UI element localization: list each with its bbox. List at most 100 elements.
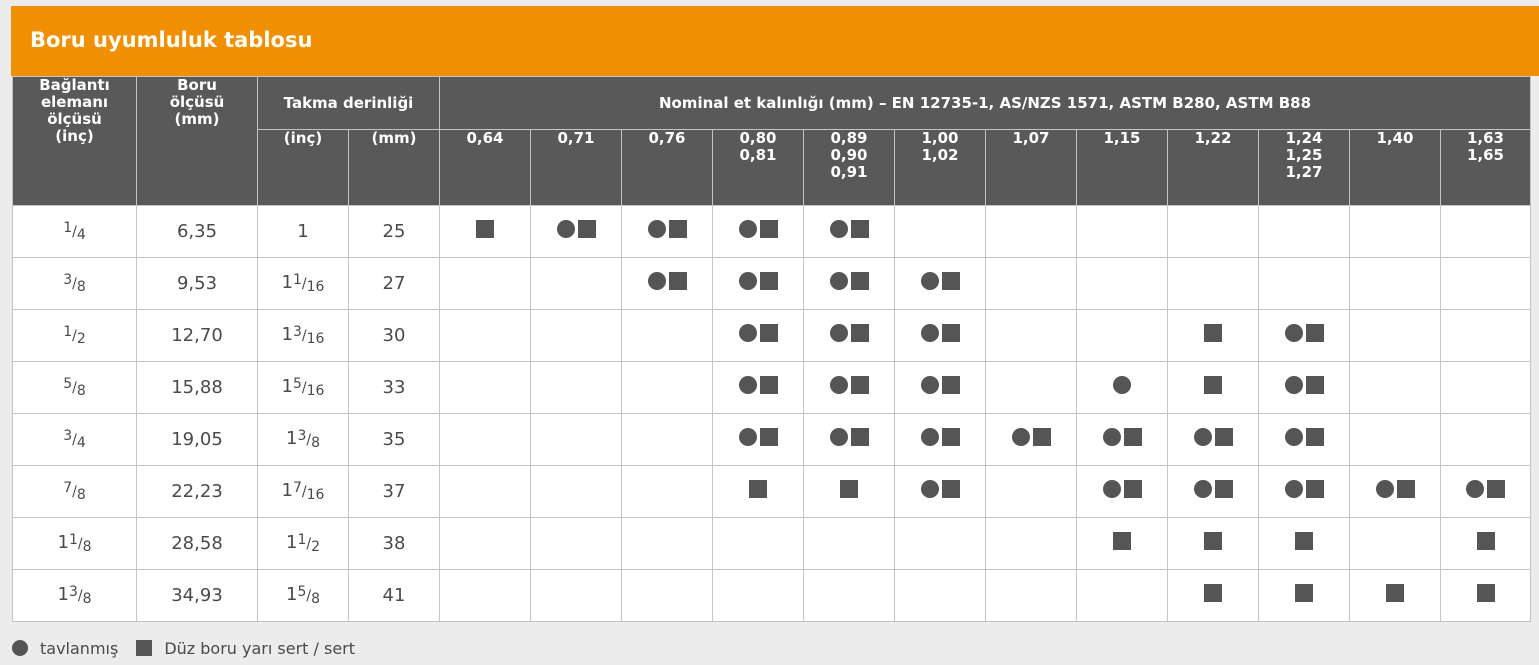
depth-mm-cell: 38 xyxy=(348,517,440,570)
compatibility-cell xyxy=(985,205,1077,258)
filled-square-icon xyxy=(1214,428,1233,446)
compatibility-cell xyxy=(712,361,804,414)
pipe-size-cell: 22,23 xyxy=(136,465,258,518)
filled-square-icon xyxy=(1386,584,1404,602)
connector-size-cell: 7/8 xyxy=(12,465,137,518)
pipe-size-cell: 9,53 xyxy=(136,257,258,310)
compatibility-cell xyxy=(985,257,1077,310)
compatibility-cell xyxy=(530,257,622,310)
filled-circle-icon xyxy=(1284,480,1303,498)
filled-circle-icon xyxy=(738,428,757,446)
filled-circle-icon xyxy=(829,428,848,446)
filled-square-icon xyxy=(1204,584,1222,602)
filled-square-icon xyxy=(1204,376,1222,394)
filled-square-icon xyxy=(850,428,869,446)
compatibility-cell xyxy=(1167,413,1259,466)
compatibility-cell xyxy=(530,205,622,258)
compatibility-cell xyxy=(439,465,531,518)
filled-square-icon xyxy=(759,272,778,290)
legend: tavlanmış Düz boru yarı sert / sert xyxy=(12,637,373,659)
header-thickness: 1,63 1,65 xyxy=(1440,129,1531,206)
filled-circle-icon xyxy=(829,220,848,238)
table-row: 7/8 22,23 17/16 37 xyxy=(12,465,1531,518)
compatibility-cell xyxy=(1167,465,1259,518)
pipe-size-cell: 15,88 xyxy=(136,361,258,414)
filled-square-icon xyxy=(941,428,960,446)
compatibility-cell xyxy=(530,465,622,518)
filled-circle-icon xyxy=(1193,428,1212,446)
compatibility-cell xyxy=(894,465,986,518)
filled-square-icon xyxy=(1295,584,1313,602)
compatibility-cell xyxy=(985,361,1077,414)
pipe-size-cell: 28,58 xyxy=(136,517,258,570)
connector-size-cell: 13/8 xyxy=(12,569,137,622)
filled-square-icon xyxy=(476,220,494,238)
compatibility-cell xyxy=(803,205,895,258)
compatibility-cell xyxy=(894,413,986,466)
compatibility-cell xyxy=(985,569,1077,622)
filled-square-icon xyxy=(1113,532,1131,550)
depth-inch-cell: 17/16 xyxy=(257,465,349,518)
pipe-size-cell: 12,70 xyxy=(136,309,258,362)
compatibility-cell xyxy=(894,361,986,414)
filled-circle-icon xyxy=(1284,324,1303,342)
filled-square-icon xyxy=(1476,532,1495,550)
filled-square-icon xyxy=(668,272,687,290)
filled-square-icon xyxy=(1214,480,1233,498)
filled-square-icon xyxy=(668,220,687,238)
header-thickness: 1,15 xyxy=(1076,129,1168,206)
compatibility-cell xyxy=(985,413,1077,466)
filled-circle-icon xyxy=(738,376,757,394)
depth-inch-cell: 15/16 xyxy=(257,361,349,414)
filled-square-icon xyxy=(1487,480,1505,498)
compatibility-cell xyxy=(1258,569,1350,622)
compatibility-cell xyxy=(1258,465,1350,518)
pipe-size-cell: 19,05 xyxy=(136,413,258,466)
filled-circle-icon xyxy=(1102,428,1121,446)
header-thickness: 1,00 1,02 xyxy=(894,129,986,206)
filled-square-icon xyxy=(1305,324,1324,342)
compatibility-cell xyxy=(621,361,713,414)
depth-mm-cell: 25 xyxy=(348,205,440,258)
filled-square-icon xyxy=(850,272,869,290)
connector-size-cell: 1/2 xyxy=(12,309,137,362)
compatibility-cell xyxy=(1076,465,1168,518)
connector-size-cell: 5/8 xyxy=(12,361,137,414)
pipe-size-cell: 34,93 xyxy=(136,569,258,622)
filled-square-icon xyxy=(759,324,778,342)
filled-square-icon xyxy=(1204,324,1222,342)
page-title: Boru uyumluluk tablosu xyxy=(30,28,313,52)
compatibility-cell xyxy=(803,257,895,310)
filled-circle-icon xyxy=(556,220,575,238)
compatibility-cell xyxy=(530,517,622,570)
compatibility-cell xyxy=(1440,257,1531,310)
table-row: 1/2 12,70 13/16 30 xyxy=(12,309,1531,362)
compatibility-cell xyxy=(1167,205,1259,258)
compatibility-cell xyxy=(1258,205,1350,258)
header-thickness: 1,07 xyxy=(985,129,1077,206)
filled-circle-icon xyxy=(1284,428,1303,446)
filled-circle-icon xyxy=(1011,428,1030,446)
compatibility-cell xyxy=(894,517,986,570)
header-thickness: 0,76 xyxy=(621,129,713,206)
filled-square-icon xyxy=(749,480,767,498)
filled-circle-icon xyxy=(738,220,757,238)
filled-square-icon xyxy=(840,480,858,498)
compatibility-cell xyxy=(712,413,804,466)
filled-circle-icon xyxy=(12,640,28,656)
compatibility-cell xyxy=(1076,257,1168,310)
compatibility-cell xyxy=(1258,517,1350,570)
filled-circle-icon xyxy=(920,272,939,290)
table-row: 11/8 28,58 11/2 38 xyxy=(12,517,1531,570)
filled-circle-icon xyxy=(1466,480,1484,498)
filled-square-icon xyxy=(1032,428,1051,446)
depth-inch-cell: 13/16 xyxy=(257,309,349,362)
filled-square-icon xyxy=(1123,480,1142,498)
filled-square-icon xyxy=(850,376,869,394)
filled-square-icon xyxy=(1123,428,1142,446)
filled-circle-icon xyxy=(647,220,666,238)
compatibility-cell xyxy=(803,569,895,622)
compatibility-cell xyxy=(1440,465,1531,518)
compatibility-cell xyxy=(712,465,804,518)
header-insertion-depth: Takma derinliği xyxy=(257,76,440,130)
